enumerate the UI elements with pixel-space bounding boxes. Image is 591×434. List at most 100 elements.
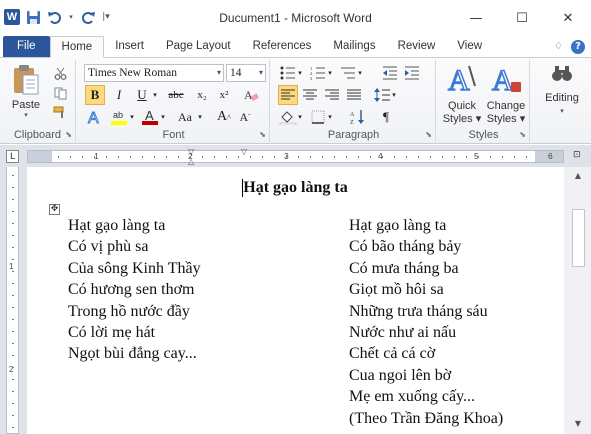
- increase-indent-icon[interactable]: [402, 63, 422, 83]
- vruler-tick: [12, 271, 14, 272]
- show-formatting-icon[interactable]: ¶: [376, 107, 396, 127]
- paragraph-launcher-icon[interactable]: ⬊: [425, 130, 432, 139]
- superscript-button[interactable]: x²: [214, 85, 234, 105]
- multilevel-list-icon[interactable]: [338, 63, 358, 83]
- document-title[interactable]: Hạt gạo làng ta: [27, 179, 564, 197]
- poem-column-right[interactable]: Hạt gạo làng ta Có bão tháng bảy Có mưa …: [349, 215, 503, 429]
- vruler-tick: [12, 187, 14, 188]
- clear-formatting-icon[interactable]: A: [241, 85, 261, 105]
- minimize-button[interactable]: —: [453, 0, 499, 36]
- close-button[interactable]: ✕: [545, 0, 591, 36]
- scroll-thumb[interactable]: [572, 209, 585, 267]
- styles-launcher-icon[interactable]: ⬊: [519, 130, 526, 139]
- vruler-tick: [12, 379, 14, 380]
- font-size-combo[interactable]: 14 ▾: [226, 64, 266, 82]
- ruler-tick: [190, 156, 191, 158]
- tab-page-layout[interactable]: Page Layout: [155, 36, 242, 57]
- borders-icon[interactable]: [308, 107, 328, 127]
- vruler-tick: [12, 319, 14, 320]
- line-spacing-dropdown-icon[interactable]: ▾: [390, 85, 398, 105]
- align-left-button[interactable]: [278, 85, 298, 105]
- shading-dropdown-icon[interactable]: ▾: [296, 107, 304, 127]
- table-move-handle-icon[interactable]: ✥: [49, 204, 60, 215]
- font-color-dropdown-icon[interactable]: ▾: [159, 107, 167, 127]
- hanging-indent-marker[interactable]: △: [188, 157, 194, 166]
- paste-button[interactable]: Paste ▾: [6, 62, 46, 122]
- highlight-icon[interactable]: ab: [109, 107, 129, 127]
- maximize-button[interactable]: ☐: [499, 0, 545, 36]
- bullets-dropdown-icon[interactable]: ▾: [296, 63, 304, 83]
- poem-column-left[interactable]: Hạt gạo làng ta Có vị phù sa Của sông Ki…: [68, 215, 201, 365]
- align-right-button[interactable]: [322, 85, 342, 105]
- scroll-up-icon[interactable]: ▲: [572, 171, 584, 183]
- editing-label: Editing: [545, 92, 579, 104]
- quick-styles-button[interactable]: A Quick Styles ▾: [442, 62, 482, 126]
- chevron-down-icon: ▾: [216, 68, 221, 77]
- borders-dropdown-icon[interactable]: ▾: [326, 107, 334, 127]
- ruler-tick: [142, 156, 143, 158]
- tab-insert[interactable]: Insert: [104, 36, 155, 57]
- highlight-dropdown-icon[interactable]: ▾: [128, 107, 136, 127]
- shading-icon[interactable]: [278, 107, 298, 127]
- ruler-tick: [262, 156, 263, 158]
- vruler-tick: [12, 331, 14, 332]
- horizontal-ruler[interactable]: 1 2 3 4 5 6 ▽ △ ▽: [27, 147, 564, 166]
- scroll-down-icon[interactable]: ▼: [572, 419, 584, 431]
- font-color-icon[interactable]: A: [140, 107, 160, 127]
- grow-font-button[interactable]: A ^: [214, 107, 234, 127]
- document-page[interactable]: Hạt gạo làng ta ✥ Hạt gạo làng ta Có vị …: [27, 167, 564, 434]
- text-effects-icon[interactable]: A: [85, 107, 105, 127]
- decrease-indent-icon[interactable]: [380, 63, 400, 83]
- svg-text:A: A: [145, 108, 154, 123]
- tab-references[interactable]: References: [242, 36, 323, 57]
- ruler-tick: [166, 156, 167, 158]
- tab-mailings[interactable]: Mailings: [322, 36, 386, 57]
- line-spacing-icon[interactable]: [372, 85, 392, 105]
- copy-icon[interactable]: [52, 85, 68, 101]
- collapse-ribbon-icon[interactable]: ♢: [554, 41, 563, 52]
- font-name-combo[interactable]: Times New Roman ▾: [84, 64, 224, 82]
- change-case-button[interactable]: Aa: [172, 107, 198, 127]
- justify-button[interactable]: [344, 85, 364, 105]
- numbering-icon[interactable]: 123: [308, 63, 328, 83]
- align-center-button[interactable]: [300, 85, 320, 105]
- tab-view[interactable]: View: [446, 36, 493, 57]
- tab-review[interactable]: Review: [387, 36, 447, 57]
- quick-styles-label-2: Styles ▾: [442, 113, 482, 125]
- ruler-tick: [106, 156, 107, 158]
- multilevel-dropdown-icon[interactable]: ▾: [356, 63, 364, 83]
- view-ruler-icon[interactable]: ⊡: [573, 150, 585, 163]
- vertical-scrollbar[interactable]: ▲ ▼: [564, 167, 591, 434]
- numbering-dropdown-icon[interactable]: ▾: [326, 63, 334, 83]
- change-styles-button[interactable]: A Change Styles ▾: [484, 62, 528, 126]
- ruler-tick: [238, 156, 239, 158]
- bold-button[interactable]: B: [85, 85, 105, 105]
- vruler-tick: [12, 367, 14, 368]
- first-line-indent-marker[interactable]: ▽: [188, 147, 194, 156]
- underline-dropdown-icon[interactable]: ▾: [151, 85, 159, 105]
- shrink-font-button[interactable]: Aˇ: [235, 107, 255, 127]
- sort-icon[interactable]: AZ: [348, 107, 368, 127]
- vertical-ruler[interactable]: 1 2: [6, 167, 19, 434]
- clipboard-launcher-icon[interactable]: ⬊: [65, 130, 72, 139]
- clipboard-group-label: Clipboard: [13, 129, 62, 141]
- subscript-button[interactable]: x₂: [192, 85, 212, 105]
- clipboard-group: Paste ▾ Clipboard ⬊: [0, 60, 76, 142]
- tab-home[interactable]: Home: [49, 36, 105, 58]
- underline-button[interactable]: U: [132, 85, 152, 105]
- tab-selector-icon[interactable]: L: [6, 150, 19, 163]
- format-painter-icon[interactable]: [52, 105, 68, 121]
- font-launcher-icon[interactable]: ⬊: [259, 130, 266, 139]
- change-case-dropdown-icon[interactable]: ▾: [196, 107, 204, 127]
- ruler-tick: [154, 156, 155, 158]
- vruler-tick: [12, 391, 14, 392]
- editing-button[interactable]: Editing ▾: [536, 62, 588, 118]
- cut-icon[interactable]: [52, 65, 68, 81]
- center-tab-marker[interactable]: ▽: [241, 147, 247, 156]
- bullets-icon[interactable]: [278, 63, 298, 83]
- ruler-tick: [370, 156, 371, 158]
- tab-file[interactable]: File: [3, 36, 50, 57]
- italic-button[interactable]: I: [109, 85, 129, 105]
- help-icon[interactable]: ?: [571, 39, 585, 54]
- strikethrough-button[interactable]: abc: [163, 85, 189, 105]
